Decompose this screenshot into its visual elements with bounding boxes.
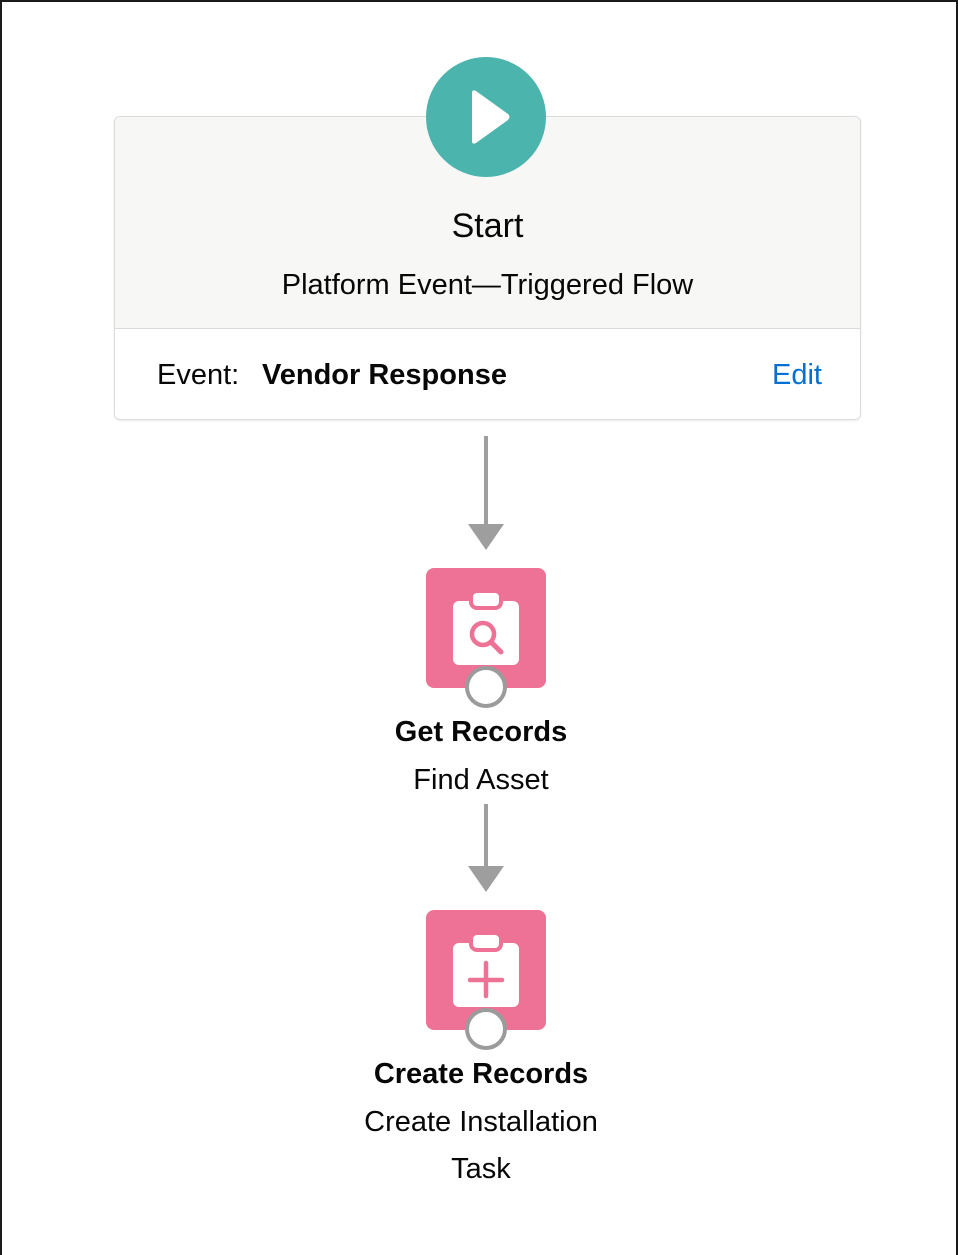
connector-line[interactable] (484, 436, 488, 528)
node-description-line-2: Task (451, 1153, 511, 1185)
event-label: Event: (157, 359, 240, 391)
connector-port[interactable] (465, 666, 507, 708)
event-value: Vendor Response (262, 359, 507, 391)
node-description: Find Asset (413, 764, 549, 796)
start-card-footer: Event: Vendor Response Edit (115, 329, 860, 419)
start-title: Start (451, 207, 524, 245)
node-title: Get Records (394, 716, 568, 748)
node-description-line-1: Create Installation (364, 1106, 598, 1138)
flow-canvas: Start Platform Event—Triggered Flow Even… (0, 0, 958, 1255)
edit-link[interactable]: Edit (772, 359, 822, 392)
node-title: Create Records (373, 1058, 589, 1090)
connector-line[interactable] (484, 804, 488, 870)
play-icon[interactable] (426, 57, 546, 177)
arrow-down-icon (468, 866, 504, 892)
arrow-down-icon (468, 524, 504, 550)
start-subtitle: Platform Event—Triggered Flow (281, 269, 694, 301)
connector-port[interactable] (465, 1008, 507, 1050)
